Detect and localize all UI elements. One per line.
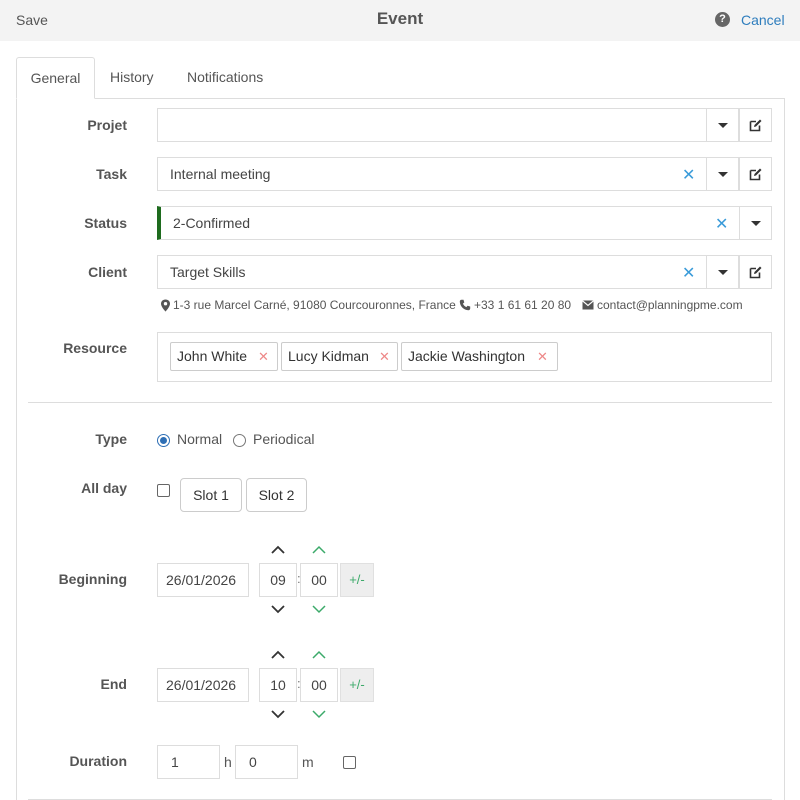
- minute-up-icon[interactable]: [311, 545, 327, 555]
- map-marker-icon: [161, 299, 170, 312]
- save-button[interactable]: Save: [16, 12, 48, 28]
- hour-down-icon[interactable]: [270, 604, 286, 614]
- envelope-icon: [582, 300, 594, 310]
- edit-icon: [749, 266, 762, 279]
- slot1-button[interactable]: Slot 1: [180, 478, 242, 512]
- phone-icon: [459, 299, 471, 311]
- minutes-unit: m: [302, 754, 314, 770]
- resource-chip: John White ✕: [170, 342, 278, 371]
- duration-checkbox[interactable]: [343, 756, 356, 769]
- task-value: Internal meeting: [170, 166, 271, 182]
- caret-down-icon: [718, 172, 728, 177]
- task-dropdown-button[interactable]: [706, 157, 739, 191]
- caret-down-icon: [718, 270, 728, 275]
- resource-label: Resource: [63, 340, 127, 356]
- tab-panel: [16, 98, 785, 800]
- hours-unit: h: [224, 754, 232, 770]
- client-address: 1-3 rue Marcel Carné, 91080 Courcouronne…: [173, 298, 456, 312]
- projet-field[interactable]: [157, 108, 772, 142]
- beginning-plusminus-button[interactable]: +/-: [340, 563, 374, 597]
- client-value: Target Skills: [170, 264, 246, 280]
- type-normal-radio[interactable]: [157, 434, 170, 447]
- type-periodical-radio[interactable]: [233, 434, 246, 447]
- status-value: 2-Confirmed: [173, 215, 251, 231]
- help-icon[interactable]: ?: [715, 12, 730, 27]
- resource-chip-label: Lucy Kidman: [288, 348, 369, 364]
- end-label: End: [100, 676, 127, 692]
- minute-down-icon[interactable]: [311, 604, 327, 614]
- client-email[interactable]: contact@planningpme.com: [597, 298, 743, 312]
- minute-down-icon[interactable]: [311, 709, 327, 719]
- cancel-button[interactable]: Cancel: [741, 12, 785, 28]
- duration-label: Duration: [69, 753, 127, 769]
- client-edit-button[interactable]: [739, 255, 772, 289]
- client-label: Client: [88, 264, 127, 280]
- caret-down-icon: [751, 221, 761, 226]
- page-title: Event: [376, 9, 424, 28]
- projet-label: Projet: [87, 117, 127, 133]
- tab-bar: General History Notifications: [16, 57, 785, 99]
- tab-history[interactable]: History: [110, 57, 154, 99]
- edit-icon: [749, 119, 762, 132]
- task-label: Task: [96, 166, 127, 182]
- edit-icon: [749, 168, 762, 181]
- duration-minutes-input[interactable]: 0: [235, 745, 298, 779]
- tab-general[interactable]: General: [16, 57, 95, 99]
- type-periodical-label[interactable]: Periodical: [253, 431, 314, 447]
- client-clear-icon[interactable]: ✕: [682, 263, 695, 283]
- end-hour-input[interactable]: 10: [259, 668, 297, 702]
- projet-dropdown-button[interactable]: [706, 108, 739, 142]
- beginning-label: Beginning: [58, 571, 127, 587]
- end-plusminus-button[interactable]: +/-: [340, 668, 374, 702]
- end-minute-input[interactable]: 00: [300, 668, 338, 702]
- divider: [28, 402, 772, 403]
- slot2-button[interactable]: Slot 2: [246, 478, 307, 512]
- client-field[interactable]: Target Skills ✕: [157, 255, 772, 289]
- resource-chip: Jackie Washington ✕: [401, 342, 558, 371]
- task-field[interactable]: Internal meeting ✕: [157, 157, 772, 191]
- task-clear-icon[interactable]: ✕: [682, 165, 695, 185]
- minute-up-icon[interactable]: [311, 650, 327, 660]
- type-label: Type: [95, 431, 127, 447]
- status-field[interactable]: 2-Confirmed ✕: [157, 206, 772, 240]
- task-edit-button[interactable]: [739, 157, 772, 191]
- tab-notifications[interactable]: Notifications: [187, 57, 263, 99]
- client-phone: +33 1 61 61 20 80: [474, 298, 572, 312]
- caret-down-icon: [718, 123, 728, 128]
- top-bar: Save Event ? Cancel: [0, 0, 800, 41]
- client-dropdown-button[interactable]: [706, 255, 739, 289]
- beginning-date-input[interactable]: 26/01/2026: [157, 563, 249, 597]
- duration-hours-input[interactable]: 1: [157, 745, 220, 779]
- status-dropdown-button[interactable]: [739, 206, 772, 240]
- beginning-minute-input[interactable]: 00: [300, 563, 338, 597]
- beginning-hour-input[interactable]: 09: [259, 563, 297, 597]
- status-clear-icon[interactable]: ✕: [715, 214, 728, 234]
- all-day-checkbox[interactable]: [157, 484, 170, 497]
- projet-edit-button[interactable]: [739, 108, 772, 142]
- type-normal-label[interactable]: Normal: [177, 431, 222, 447]
- hour-down-icon[interactable]: [270, 709, 286, 719]
- resource-field[interactable]: John White ✕ Lucy Kidman ✕ Jackie Washin…: [157, 332, 772, 382]
- hour-up-icon[interactable]: [270, 650, 286, 660]
- remove-icon[interactable]: ✕: [258, 343, 269, 370]
- remove-icon[interactable]: ✕: [537, 343, 548, 370]
- remove-icon[interactable]: ✕: [379, 343, 390, 370]
- resource-chip: Lucy Kidman ✕: [281, 342, 398, 371]
- end-date-input[interactable]: 26/01/2026: [157, 668, 249, 702]
- resource-chip-label: John White: [177, 348, 248, 364]
- status-label: Status: [84, 215, 127, 231]
- all-day-label: All day: [81, 480, 127, 496]
- hour-up-icon[interactable]: [270, 545, 286, 555]
- resource-chip-label: Jackie Washington: [408, 348, 525, 364]
